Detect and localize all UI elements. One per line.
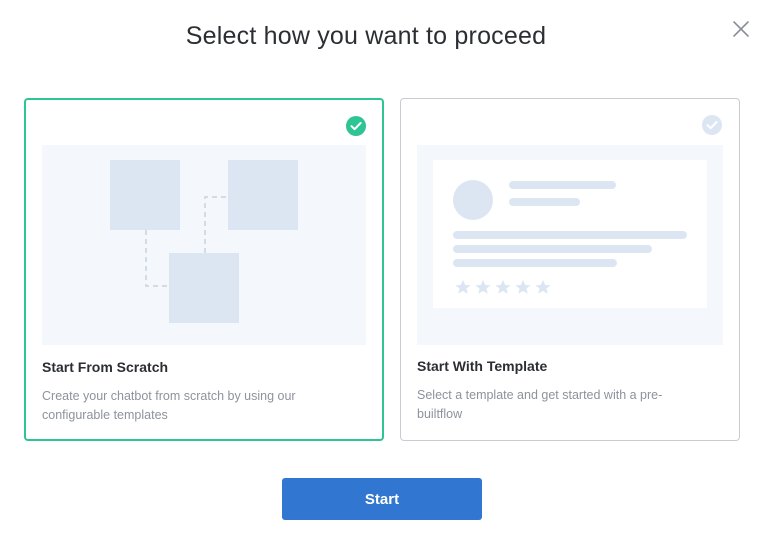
option-title: Start With Template [417,358,548,374]
option-title: Start From Scratch [42,359,169,375]
check-circle-icon [345,115,367,137]
close-button[interactable] [728,16,754,42]
close-icon [733,21,749,37]
template-illustration [417,145,723,345]
scratch-illustration [42,145,366,345]
check-circle-icon [701,114,723,136]
option-card-template[interactable]: Start With Template Select a template an… [400,98,740,441]
option-description: Create your chatbot from scratch by usin… [42,389,296,422]
option-card-scratch[interactable]: Start From Scratch Create your chatbot f… [24,98,384,441]
start-button[interactable]: Start [282,478,482,520]
dialog-title: Select how you want to proceed [185,22,547,50]
option-description: Select a template and get started with a… [417,388,663,421]
